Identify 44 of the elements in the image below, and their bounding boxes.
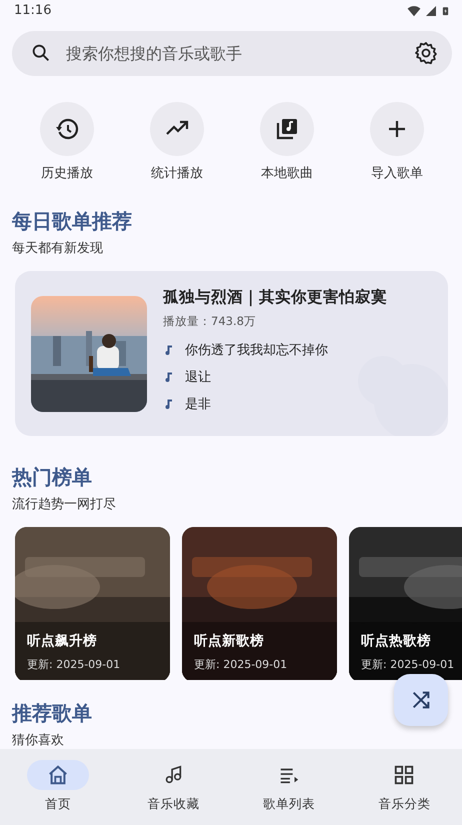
- music-note-icon: [163, 343, 175, 358]
- chart-card[interactable]: 听点飙升榜 更新: 2025-09-01: [15, 526, 170, 680]
- wifi-icon: [407, 4, 421, 18]
- section-subtitle: 流行趋势一网打尽: [12, 496, 117, 513]
- shortcut-label: 本地歌曲: [261, 165, 313, 182]
- music-note-icon: [163, 397, 175, 412]
- update-date: 更新: 2025-09-01: [361, 656, 454, 672]
- nav-tab[interactable]: 音乐收藏: [116, 749, 231, 825]
- chart-title: 听点新歌榜: [194, 632, 264, 650]
- play-count: 播放量：743.8万: [163, 314, 257, 330]
- shortcut-label: 历史播放: [41, 165, 93, 182]
- playlist-title: 孤独与烈酒｜其实你更害怕寂寞: [163, 287, 387, 308]
- shuffle-button[interactable]: [394, 674, 448, 726]
- grid-icon: [393, 764, 416, 786]
- music-note-icon: [163, 370, 175, 384]
- section-title: 热门榜单: [12, 464, 93, 491]
- chart-title: 听点飙升榜: [27, 632, 97, 650]
- shortcut-label: 导入歌单: [371, 165, 423, 182]
- section-subtitle: 猜你喜欢: [12, 732, 65, 749]
- section-subtitle: 每天都有新发现: [12, 240, 104, 258]
- song-title: 是非: [185, 396, 211, 414]
- chart-card[interactable]: 听点新歌榜 更新: 2025-09-01: [182, 526, 337, 680]
- shortcut-label: 统计播放: [151, 165, 203, 182]
- update-date: 更新: 2025-09-01: [194, 656, 288, 672]
- update-date: 更新: 2025-09-01: [27, 656, 120, 672]
- status-time: 11:16: [14, 3, 52, 18]
- nav-tab[interactable]: 歌单列表: [231, 749, 346, 825]
- nav-tab[interactable]: 首页: [0, 749, 116, 825]
- search-bar[interactable]: 搜索你想搜的音乐或歌手: [12, 30, 452, 76]
- home-icon: [46, 764, 69, 786]
- chart-title: 听点热歌榜: [361, 632, 431, 650]
- section-title: 推荐歌单: [12, 700, 93, 727]
- song-title: 你伤透了我我却忘不掉你: [185, 342, 328, 360]
- history-icon: [55, 117, 79, 142]
- shuffle-icon: [410, 689, 432, 711]
- signal-icon: [425, 4, 437, 17]
- playlist-card[interactable]: 孤独与烈酒｜其实你更害怕寂寞 播放量：743.8万 你伤透了我我却忘不掉你 退让 是非: [15, 271, 448, 436]
- chart-card[interactable]: 听点热歌榜 更新: 2025-09-01: [349, 526, 462, 680]
- nav-tab[interactable]: 音乐分类: [346, 749, 462, 825]
- music-library-icon: [275, 117, 299, 142]
- settings-icon[interactable]: [414, 41, 438, 66]
- section-title: 每日歌单推荐: [12, 208, 133, 236]
- song-title: 退让: [185, 369, 211, 386]
- search-field[interactable]: 搜索你想搜的音乐或歌手: [64, 42, 402, 64]
